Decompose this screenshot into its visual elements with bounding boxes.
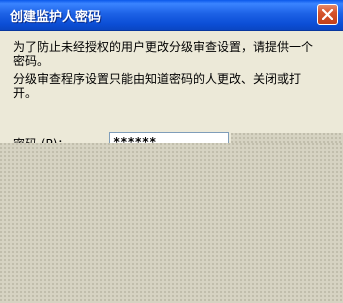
close-x-icon — [322, 9, 333, 20]
dialog-title: 创建监护人密码 — [10, 10, 102, 25]
title-bar: 创建监护人密码 — [0, 0, 343, 31]
description-text-1: 为了防止未经授权的用户更改分级审查设置，请提供一个密码。 — [13, 40, 314, 68]
close-button[interactable] — [317, 4, 338, 25]
create-supervisor-password-dialog: 创建监护人密码 为了防止未经授权的用户更改分级审查设置，请提供一个密码。 分级审… — [0, 0, 343, 303]
unrendered-area — [0, 143, 343, 303]
description-text-2: 分级审查程序设置只能由知道密码的人更改、关闭或打开。 — [13, 72, 302, 100]
